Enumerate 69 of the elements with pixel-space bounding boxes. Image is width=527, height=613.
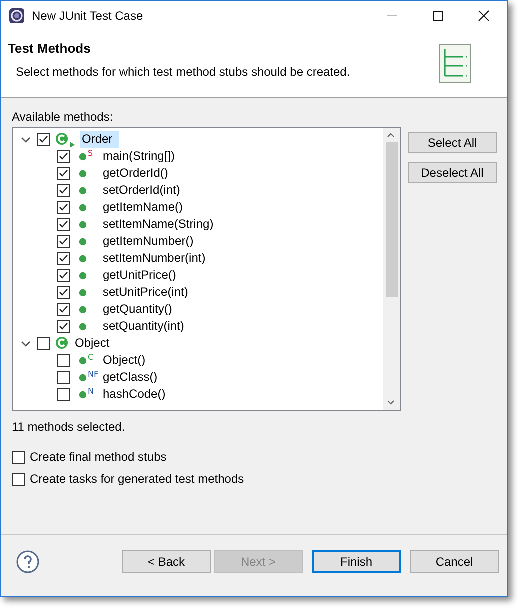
method-dot-icon [79,238,87,246]
checkbox[interactable] [37,337,50,350]
tree-item[interactable]: setItemNumber(int) [101,250,208,267]
wizard-button[interactable]: < Back [122,550,211,573]
checkbox[interactable] [57,252,70,265]
method-dot-icon [79,204,87,212]
tree-item[interactable]: Object [73,335,112,352]
checkbox[interactable] [57,303,70,316]
checkbox[interactable] [57,269,70,282]
tree-item[interactable]: getUnitPrice() [101,267,178,284]
checkbox[interactable] [57,184,70,197]
scrollbar-thumb[interactable] [386,142,398,297]
wizard-button[interactable]: Finish [312,550,401,573]
scrollbar[interactable] [383,128,400,410]
method-dot-icon [79,356,87,364]
checkbox[interactable] [57,201,70,214]
modifier-marker: N [88,387,95,396]
tree-item[interactable]: getItemName() [101,199,186,216]
method-dot-icon [79,390,87,398]
method-dot-icon [79,288,87,296]
app-icon [9,8,25,24]
checkbox[interactable] [57,354,70,367]
option-label[interactable]: Create tasks for generated test methods [30,472,244,486]
section-label: Available methods: [12,110,114,124]
method-dot-icon [79,374,87,382]
checkbox[interactable] [57,371,70,384]
checkbox[interactable] [57,286,70,299]
tree-item[interactable]: setOrderId(int) [101,182,182,199]
checkbox[interactable] [57,235,70,248]
option-label[interactable]: Create final method stubs [30,450,167,464]
method-dot-icon [79,254,87,262]
tree-item[interactable]: setQuantity(int) [101,318,186,335]
tree-item[interactable]: getClass() [101,369,160,386]
tree-item[interactable]: setItemName(String) [101,216,216,233]
method-dot-icon [79,170,87,178]
page-title: Test Methods [8,41,92,56]
method-dot-icon [79,306,87,314]
test-tree-icon [439,44,471,83]
select-button[interactable]: Select All [408,132,497,153]
checkbox[interactable] [57,150,70,163]
method-dot-icon [79,186,87,194]
selection-count: 11 methods selected. [12,420,126,434]
tree-item[interactable]: Order [80,131,119,148]
tree-item[interactable]: getQuantity() [101,301,174,318]
modifier-marker: NF [88,370,100,379]
method-dot-icon [79,220,87,228]
method-dot-icon [79,272,87,280]
checkbox[interactable] [57,167,70,180]
tree-item[interactable]: setUnitPrice(int) [101,284,190,301]
tree-item[interactable]: getItemNumber() [101,233,196,250]
checkbox[interactable] [57,388,70,401]
modifier-marker: C [88,353,95,362]
select-button[interactable]: Deselect All [408,162,497,183]
checkbox[interactable] [37,133,50,146]
tree-item[interactable]: hashCode() [101,386,168,403]
tree-item[interactable]: getOrderId() [101,165,170,182]
checkbox[interactable] [57,320,70,333]
tree-item[interactable]: Object() [101,352,148,369]
checkbox[interactable] [12,472,25,486]
tree-item[interactable]: main(String[]) [101,148,178,165]
page-description: Select methods for which test method stubs should be created. [16,65,350,79]
method-dot-icon [79,152,87,160]
checkbox[interactable] [12,450,25,464]
checkbox[interactable] [57,218,70,231]
wizard-button[interactable]: Cancel [410,550,499,573]
modifier-marker: S [88,149,94,158]
window-title: New JUnit Test Case [32,9,144,23]
help-icon[interactable] [16,550,40,574]
method-dot-icon [79,322,87,330]
